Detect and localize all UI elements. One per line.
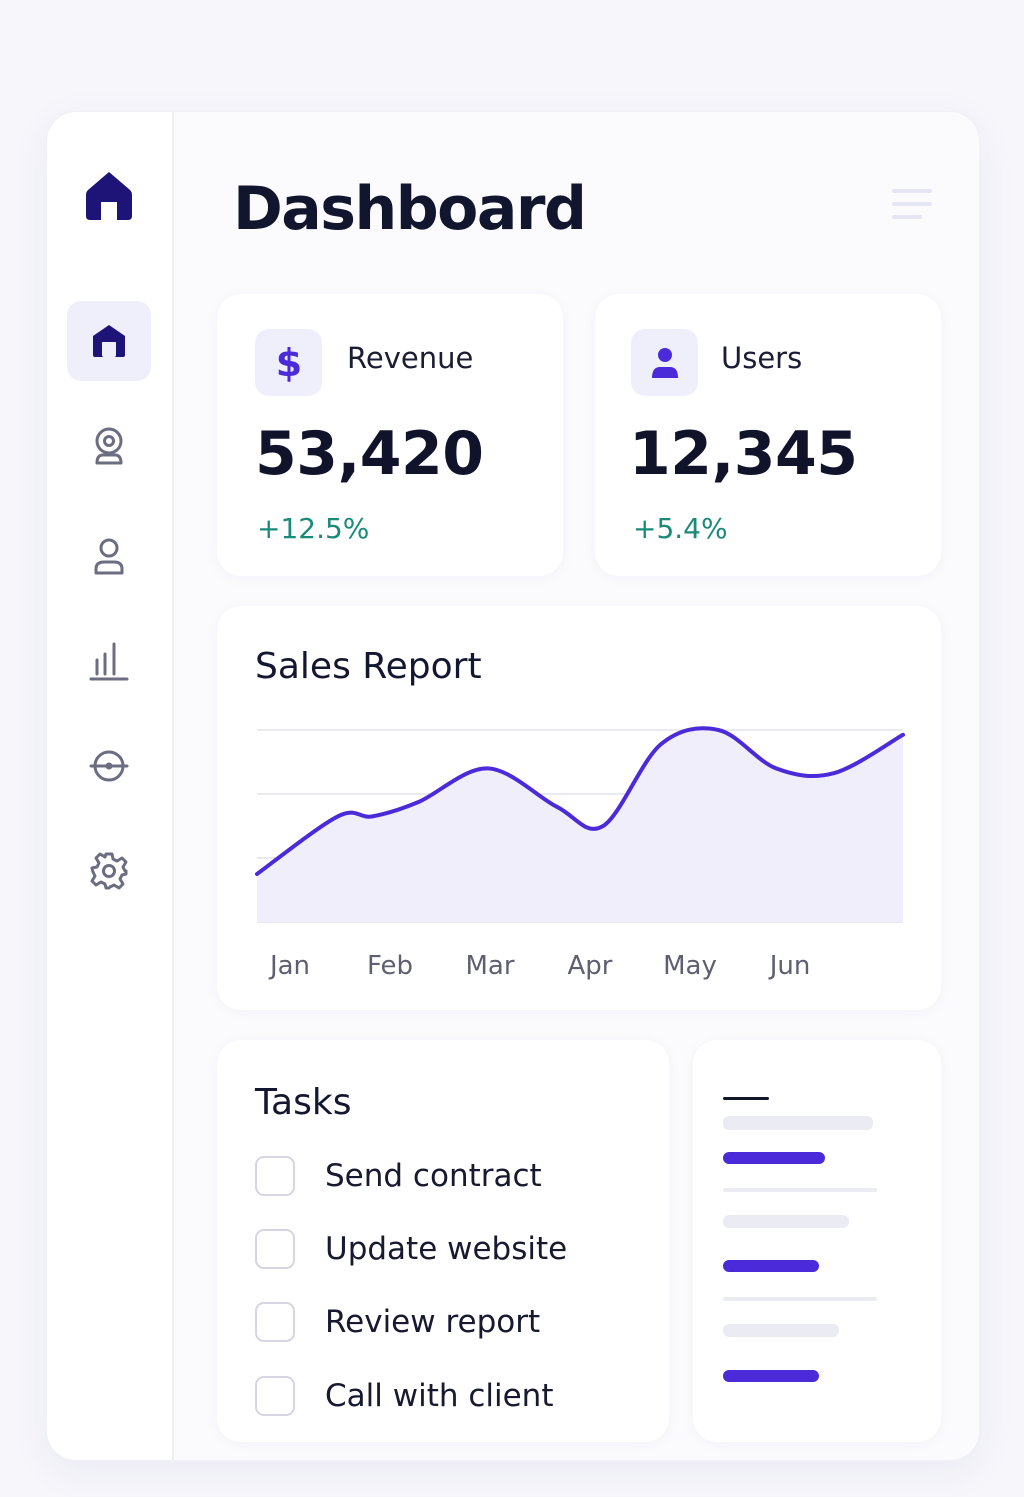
highlight-bar [723,1370,819,1382]
sidebar-item-user[interactable] [67,517,151,597]
menu-button[interactable] [892,187,932,221]
x-tick-label: Feb [366,951,414,981]
placeholder-bar [723,1215,849,1228]
task-item[interactable]: Review report [255,1302,540,1342]
sales-report-title: Sales Report [255,646,482,687]
x-tick-label: Apr [567,951,613,981]
task-item[interactable]: Update website [255,1229,567,1269]
task-checkbox[interactable] [255,1376,295,1416]
webcam-icon [95,427,123,465]
divider [723,1297,877,1301]
task-checkbox[interactable] [255,1229,295,1269]
revenue-card[interactable]: $ Revenue 53,420 +12.5% [217,294,563,576]
sidebar-item-analytics[interactable] [67,620,151,700]
dollar-icon: $ [255,329,322,396]
task-checkbox[interactable] [255,1302,295,1342]
revenue-label: Revenue [347,341,474,375]
user-icon [94,538,124,575]
sales-report-card: Sales Report Jan Feb Mar Apr May Jun [217,606,941,1010]
bar-chart-icon [89,642,129,681]
card-header-line [723,1097,769,1100]
revenue-value: 53,420 [255,419,484,489]
users-label: Users [721,341,803,375]
users-card[interactable]: Users 12,345 +5.4% [595,294,941,576]
gear-icon [90,852,128,890]
user-icon [631,329,698,396]
tasks-card: Tasks Send contract Update website Revie… [217,1040,669,1442]
task-item[interactable]: Send contract [255,1156,542,1196]
store-icon [93,325,125,357]
page-title: Dashboard [233,174,587,244]
placeholder-bar [723,1324,839,1337]
users-change: +5.4% [633,512,728,545]
divider [723,1188,877,1192]
home-icon[interactable] [84,168,134,224]
task-label: Review report [325,1304,541,1340]
activity-card [693,1040,941,1442]
sidebar-item-store[interactable] [67,301,151,381]
placeholder-bar [723,1116,873,1130]
x-tick-label: Mar [465,951,515,981]
sidebar-item-target[interactable] [67,726,151,806]
task-label: Update website [325,1231,568,1267]
task-label: Call with client [325,1378,554,1414]
users-value: 12,345 [629,419,858,489]
x-tick-label: Jun [769,951,811,981]
task-checkbox[interactable] [255,1156,295,1196]
x-tick-label: May [663,951,717,981]
sidebar-item-webcam[interactable] [67,407,151,487]
svg-text:$: $ [275,341,301,385]
sidebar-item-settings[interactable] [67,831,151,911]
revenue-change: +12.5% [257,512,370,545]
app-window: Dashboard $ Revenue 53,420 +12.5% Users … [46,111,980,1461]
sales-chart [255,726,905,923]
highlight-bar [723,1152,825,1164]
x-tick-label: Jan [269,951,311,981]
tasks-title: Tasks [255,1082,352,1123]
task-item[interactable]: Call with client [255,1376,554,1416]
target-icon [89,750,129,782]
highlight-bar [723,1260,819,1272]
sidebar [47,112,174,1460]
menu-icon [892,189,932,193]
task-label: Send contract [325,1158,542,1194]
